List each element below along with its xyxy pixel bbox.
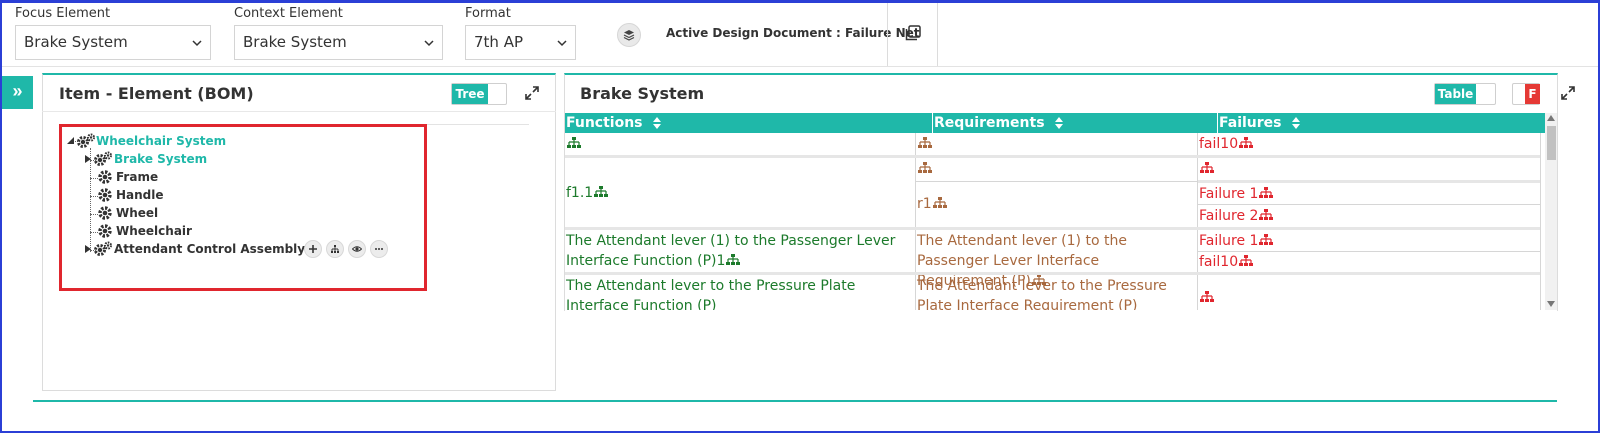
cell-divider [1198, 180, 1540, 183]
requirement-cell[interactable]: The Attendant lever to the Pressure Plat… [917, 276, 1193, 310]
failure-cell[interactable]: fail10 [1199, 134, 1254, 154]
layers-button[interactable] [617, 23, 641, 47]
context-element-label: Context Element [234, 6, 343, 21]
function-cell[interactable] [566, 134, 581, 154]
failure-filter-toggle[interactable]: F [1512, 83, 1540, 105]
focus-element-select[interactable]: Brake System [15, 25, 211, 60]
maximize-icon[interactable] [1561, 86, 1575, 100]
row-divider [565, 155, 1540, 158]
cell-divider [1198, 204, 1540, 205]
column-separator [1197, 133, 1198, 310]
failure-cell[interactable]: Failure 1 [1199, 184, 1274, 204]
sort-icon[interactable] [1055, 117, 1064, 129]
copy-icon[interactable] [904, 24, 922, 42]
toolbar-bottom-border [0, 66, 1600, 67]
hierarchy-icon[interactable] [1239, 255, 1254, 267]
highlight-box [59, 124, 427, 291]
hierarchy-icon[interactable] [1259, 209, 1274, 221]
function-cell[interactable]: The Attendant lever (1) to the Passenger… [566, 231, 913, 271]
hierarchy-icon[interactable] [918, 137, 932, 149]
table-panel-title: Brake System [580, 84, 705, 103]
hierarchy-icon[interactable] [1259, 187, 1274, 199]
hierarchy-icon[interactable] [594, 186, 609, 198]
table-header: Functions Requirements Failures [565, 113, 1545, 133]
cell-divider [916, 181, 1197, 182]
column-separator [915, 133, 916, 310]
function-cell[interactable]: The Attendant lever to the Pressure Plat… [566, 276, 913, 310]
bom-panel-header-divider [42, 111, 556, 112]
hierarchy-icon[interactable] [1200, 162, 1214, 174]
hierarchy-icon[interactable] [932, 197, 947, 209]
sort-icon[interactable] [1292, 117, 1301, 129]
chevron-down-icon [424, 40, 434, 47]
format-label: Format [465, 6, 511, 21]
tree-view-toggle[interactable]: Tree [451, 83, 507, 105]
column-separator [1540, 133, 1541, 310]
hierarchy-icon[interactable] [918, 162, 932, 174]
chevron-down-icon [557, 40, 567, 47]
focus-element-label: Focus Element [15, 6, 111, 21]
maximize-icon[interactable] [525, 86, 539, 100]
failure-cell[interactable] [1199, 159, 1214, 179]
scroll-down-icon[interactable] [1547, 301, 1555, 307]
table-view-toggle[interactable]: Table [1434, 83, 1496, 105]
row-divider [565, 272, 1540, 275]
toolbar-divider [937, 2, 938, 66]
column-header-failures[interactable]: Failures [1217, 113, 1545, 133]
scrollbar-thumb[interactable] [1547, 126, 1556, 160]
toolbar-divider [887, 2, 888, 66]
function-cell[interactable]: f1.1 [566, 183, 609, 203]
requirement-cell[interactable] [917, 134, 932, 154]
hierarchy-icon[interactable] [567, 137, 581, 149]
column-header-requirements[interactable]: Requirements [932, 113, 1217, 133]
failure-cell[interactable]: fail10 [1199, 252, 1254, 272]
chevron-down-icon [192, 40, 202, 47]
hierarchy-icon[interactable] [1259, 234, 1274, 246]
sort-icon[interactable] [653, 117, 662, 129]
failure-cell[interactable]: Failure 2 [1199, 206, 1274, 226]
failure-net-table: Functions Requirements Failures fail10 f… [565, 113, 1557, 310]
row-divider [565, 227, 1540, 230]
format-select[interactable]: 7th AP [465, 25, 576, 60]
table-scrollbar[interactable] [1545, 113, 1557, 310]
top-toolbar: Focus Element Brake System Context Eleme… [0, 0, 1600, 70]
active-design-document: Active Design Document : Failure Net [666, 26, 920, 40]
hierarchy-icon[interactable] [1200, 291, 1214, 303]
bottom-panel-border [33, 400, 1557, 402]
hierarchy-icon[interactable] [726, 254, 741, 266]
requirement-cell[interactable]: r1 [917, 194, 947, 214]
failure-cell[interactable] [1199, 288, 1214, 308]
layers-icon [623, 30, 635, 41]
column-header-functions[interactable]: Functions [565, 113, 932, 133]
bom-panel-title: Item - Element (BOM) [59, 84, 254, 103]
context-element-select[interactable]: Brake System [234, 25, 443, 60]
sidebar-expand-button[interactable]: » [2, 76, 33, 109]
failure-cell[interactable]: Failure 1 [1199, 231, 1274, 251]
scroll-up-icon[interactable] [1547, 115, 1555, 121]
requirement-cell[interactable] [917, 159, 932, 179]
hierarchy-icon[interactable] [1239, 137, 1254, 149]
